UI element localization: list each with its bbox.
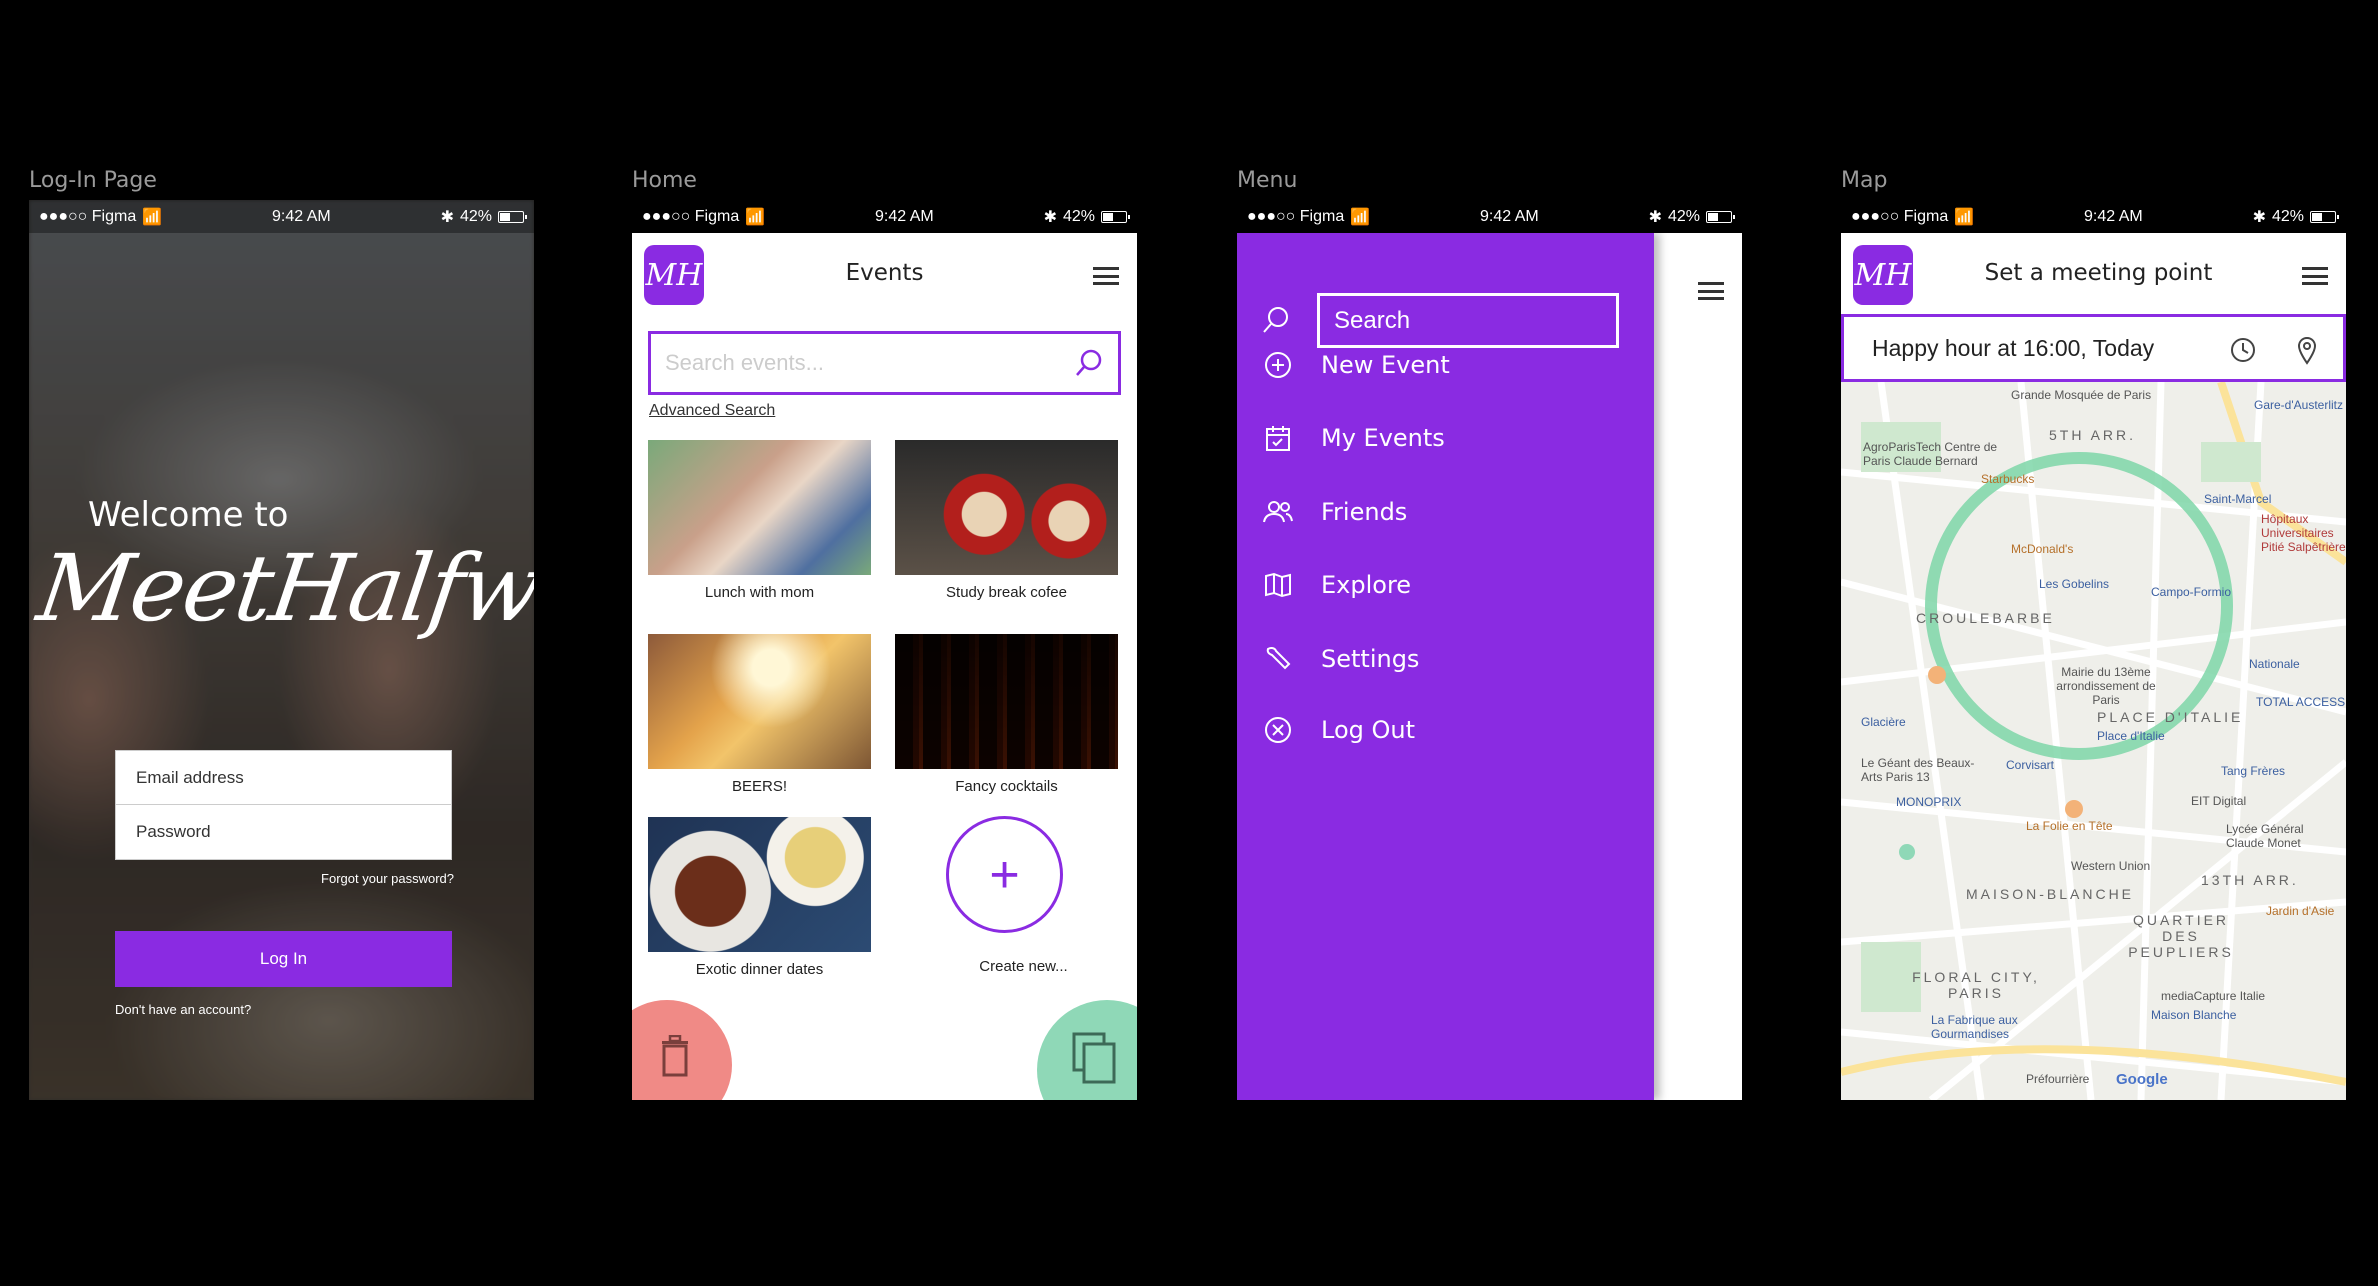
search-icon[interactable] (1261, 305, 1291, 335)
home-screen: ●●●○○ Figma 📶 9:42 AM ✱ 42% MH Events Sear… (632, 200, 1137, 1100)
menu-item-log-out[interactable]: Log Out (1263, 715, 1415, 745)
event-caption: Fancy cocktails (955, 778, 1058, 795)
time-label: 9:42 AM (272, 207, 331, 225)
menu-item-new-event[interactable]: New Event (1263, 350, 1450, 380)
frame-label-login: Log-In Page (29, 168, 157, 193)
wifi-icon: 📶 (1954, 208, 1975, 226)
create-new-label: Create new... (979, 958, 1068, 975)
event-image (895, 634, 1118, 769)
wifi-icon: 📶 (745, 208, 766, 226)
trash-icon (662, 1035, 688, 1077)
location-pin-icon[interactable] (2296, 336, 2318, 366)
search-input[interactable]: Search events... (648, 331, 1121, 395)
event-tile-cocktails[interactable]: Fancy cocktails (895, 634, 1118, 795)
battery-label: 42% (459, 207, 492, 225)
bluetooth-icon: ✱ (1648, 208, 1662, 226)
page-title: Events (845, 260, 924, 286)
login-button[interactable]: Log In (115, 931, 452, 987)
event-time-label: Happy hour at 16:00, Today (1872, 334, 2155, 361)
wifi-icon: 📶 (142, 208, 163, 226)
password-field[interactable]: Password (115, 805, 452, 860)
frame-label-home: Home (632, 168, 697, 193)
bluetooth-icon: ✱ (440, 208, 454, 226)
menu-item-my-events[interactable]: My Events (1263, 423, 1445, 453)
side-drawer: Search New Event My Events Friends Explo… (1237, 233, 1654, 1100)
event-tile-beers[interactable]: BEERS! (648, 634, 871, 795)
bluetooth-icon: ✱ (2252, 208, 2266, 226)
google-logo: Google (2116, 1071, 2168, 1088)
close-circle-icon (1263, 715, 1293, 745)
event-image (648, 634, 871, 769)
event-tile-dinner[interactable]: Exotic dinner dates (648, 817, 871, 978)
event-time-bar[interactable]: Happy hour at 16:00, Today (1841, 314, 2346, 382)
menu-screen: ●●●○○ Figma 📶 9:42 AM ✱ 42% Search New Eve… (1237, 200, 1742, 1100)
forgot-password-link[interactable]: Forgot your password? (321, 871, 454, 886)
event-image (648, 817, 871, 952)
menu-item-explore[interactable]: Explore (1263, 570, 1411, 600)
event-caption: Study break cofee (946, 584, 1067, 601)
event-caption: BEERS! (731, 778, 788, 795)
people-icon (1263, 497, 1293, 527)
event-caption: Exotic dinner dates (695, 961, 824, 978)
menu-item-settings[interactable]: Settings (1263, 644, 1419, 674)
hamburger-menu-icon[interactable] (1698, 282, 1724, 300)
signup-link[interactable]: Don't have an account? (115, 1002, 251, 1017)
map-screen: ●●●○○ Figma 📶 9:42 AM ✱ 42% MH Set a meeti… (1841, 200, 2346, 1100)
status-bar: ●●●○○ Figma 📶 9:42 AM ✱ 42% (1841, 200, 2346, 233)
hamburger-menu-icon[interactable] (1093, 267, 1119, 285)
frame-label-menu: Menu (1237, 168, 1298, 193)
create-event-button[interactable]: + (946, 816, 1063, 933)
battery-icon (498, 210, 527, 223)
status-bar: ●●●○○ Figma 📶 9:42 AM ✱ 42% (632, 200, 1137, 233)
plus-circle-icon (1263, 350, 1293, 380)
carrier-label: ●●●○○ Figma (39, 207, 137, 225)
menu-search-input[interactable]: Search (1317, 293, 1619, 348)
copy-icon (1072, 1032, 1116, 1084)
hamburger-menu-icon[interactable] (2302, 267, 2328, 285)
login-screen: ●●●○○ Figma 📶 9:42 AM ✱ 42% Welcome to Mee… (29, 200, 534, 1100)
menu-item-friends[interactable]: Friends (1263, 497, 1407, 527)
event-image (895, 440, 1118, 575)
welcome-text: Welcome to (88, 495, 289, 535)
clock-icon[interactable] (2229, 336, 2257, 364)
bluetooth-icon: ✱ (1043, 208, 1057, 226)
battery-icon (2310, 210, 2339, 223)
advanced-search-link[interactable]: Advanced Search (649, 402, 775, 420)
wifi-icon: 📶 (1350, 208, 1371, 226)
page-title: Set a meeting point (1984, 260, 2213, 286)
status-bar: ●●●○○ Figma 📶 9:42 AM ✱ 42% (29, 200, 534, 233)
brand-logo: MeetHalfway (31, 535, 534, 642)
calendar-icon (1263, 423, 1293, 453)
frame-label-map: Map (1841, 168, 1888, 193)
search-icon[interactable] (1074, 348, 1104, 378)
status-bar: ●●●○○ Figma 📶 9:42 AM ✱ 42% (1237, 200, 1742, 233)
plus-icon: + (989, 845, 1020, 904)
map-icon (1263, 570, 1293, 600)
event-tile-coffee[interactable]: Study break cofee (895, 440, 1118, 601)
event-caption: Lunch with mom (704, 584, 815, 601)
email-field[interactable]: Email address (115, 750, 452, 805)
wrench-icon (1263, 644, 1293, 674)
event-tile-lunch[interactable]: Lunch with mom (648, 440, 871, 601)
map-view[interactable]: Grande Mosquée de Paris Gare-d'Austerlit… (1841, 382, 2346, 1100)
event-image (648, 440, 871, 575)
battery-icon (1101, 210, 1130, 223)
battery-icon (1706, 210, 1735, 223)
